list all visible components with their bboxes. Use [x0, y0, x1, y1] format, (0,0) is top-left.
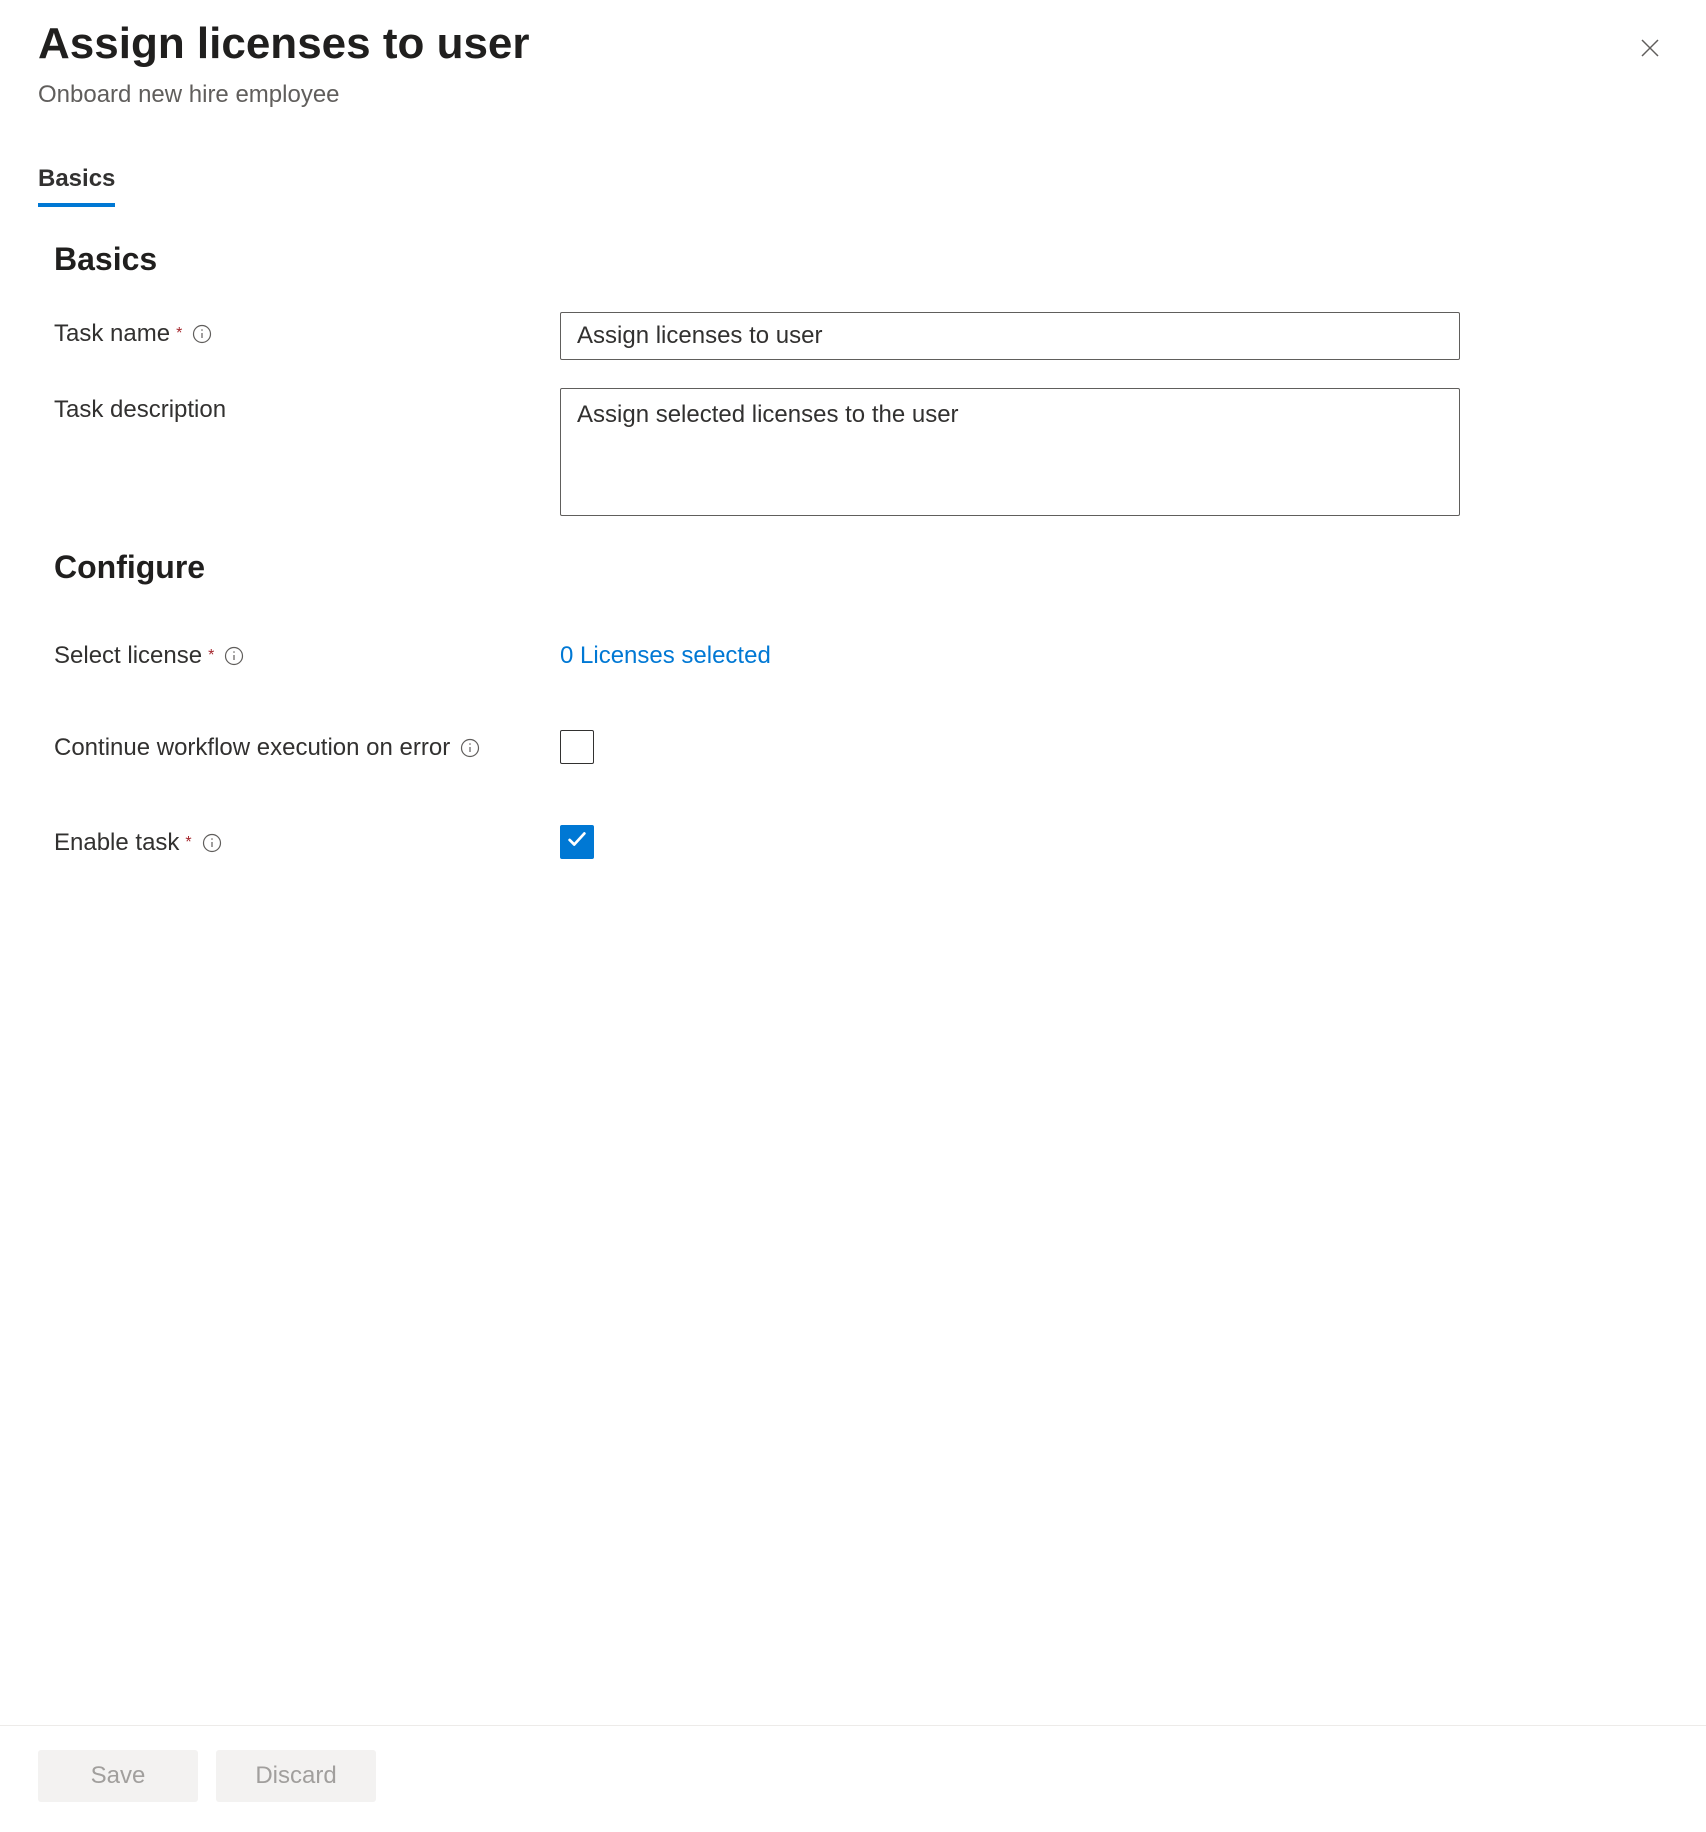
label-col-select-license: Select license * [54, 634, 560, 670]
label-enable-task: Enable task [54, 829, 179, 857]
info-icon[interactable] [202, 833, 222, 853]
panel-content: Basics Task name * Task description [0, 207, 1706, 1725]
row-task-description: Task description [54, 388, 1652, 521]
control-col-enable-task [560, 821, 594, 855]
row-continue-on-error: Continue workflow execution on error [54, 726, 1652, 765]
label-col-task-name: Task name * [54, 312, 560, 348]
panel-subtitle: Onboard new hire employee [38, 81, 1668, 109]
info-icon[interactable] [224, 646, 244, 666]
control-col-continue-on-error [560, 726, 594, 765]
label-select-license: Select license [54, 642, 202, 670]
row-enable-task: Enable task * [54, 821, 1652, 857]
row-select-license: Select license * 0 Licenses selected [54, 634, 1652, 670]
checkmark-icon [566, 828, 588, 855]
discard-button[interactable]: Discard [216, 1750, 376, 1802]
select-license-link[interactable]: 0 Licenses selected [560, 634, 771, 670]
section-heading-basics: Basics [54, 241, 1652, 278]
section-heading-configure: Configure [54, 549, 1652, 586]
required-marker: * [185, 834, 191, 852]
label-task-name: Task name [54, 320, 170, 348]
row-task-name: Task name * [54, 312, 1652, 360]
required-marker: * [208, 647, 214, 665]
control-col-select-license: 0 Licenses selected [560, 634, 771, 670]
control-col-task-description [560, 388, 1460, 521]
panel-footer: Save Discard [0, 1725, 1706, 1832]
label-task-description: Task description [54, 396, 226, 424]
info-icon[interactable] [460, 738, 480, 758]
info-icon[interactable] [192, 324, 212, 344]
tab-basics[interactable]: Basics [38, 165, 115, 207]
required-marker: * [176, 325, 182, 343]
task-description-textarea[interactable] [560, 388, 1460, 516]
label-col-enable-task: Enable task * [54, 821, 560, 857]
label-continue-on-error: Continue workflow execution on error [54, 734, 450, 762]
tab-list: Basics [0, 165, 1706, 207]
assign-licenses-panel: Assign licenses to user Onboard new hire… [0, 0, 1706, 1832]
panel-title: Assign licenses to user [38, 18, 1668, 71]
label-col-task-description: Task description [54, 388, 560, 424]
continue-on-error-checkbox[interactable] [560, 730, 594, 764]
save-button[interactable]: Save [38, 1750, 198, 1802]
enable-task-checkbox[interactable] [560, 825, 594, 859]
close-icon [1638, 36, 1662, 65]
close-button[interactable] [1634, 34, 1666, 66]
panel-header: Assign licenses to user Onboard new hire… [0, 0, 1706, 109]
label-col-continue-on-error: Continue workflow execution on error [54, 726, 560, 762]
control-col-task-name [560, 312, 1460, 360]
task-name-input[interactable] [560, 312, 1460, 360]
